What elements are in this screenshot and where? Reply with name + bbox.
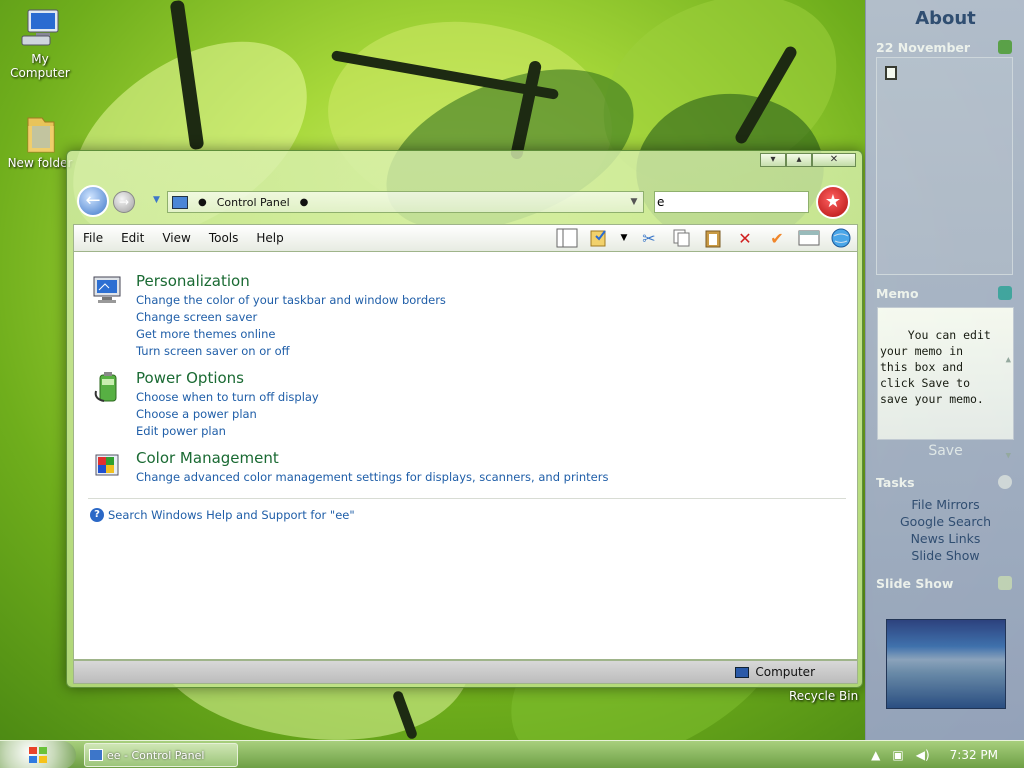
content-divider [88,498,846,499]
help-link-text: Search Windows Help and Support for "ee" [108,508,355,522]
memo-heading: Memo [876,286,919,301]
color-management-icon [92,451,124,483]
menu-help[interactable]: Help [247,231,292,245]
recent-pages-dropdown[interactable]: ▼ [153,195,160,205]
slideshow-heading: Slide Show [876,576,954,591]
recycle-bin-label[interactable]: Recycle Bin [789,689,858,703]
delete-icon[interactable]: ✕ [732,227,758,249]
calendar-mini-icon[interactable] [885,66,897,80]
category-title[interactable]: Color Management [136,449,279,467]
help-search-link[interactable]: ? Search Windows Help and Support for "e… [90,508,355,522]
views-dropdown-icon[interactable]: ▼ [618,227,630,249]
link-change-color[interactable]: Change the color of your taskbar and win… [136,293,446,307]
memo-save-button[interactable]: Save [866,443,1024,459]
tasks-gadget-icon[interactable] [998,475,1012,489]
monitor-icon [92,274,124,306]
breadcrumb-separator: ● [198,196,207,208]
menu-tools[interactable]: Tools [200,231,248,245]
link-more-themes[interactable]: Get more themes online [136,327,275,341]
caption-buttons: ▾ ▴ ✕ [760,153,856,167]
desktop-icon-label: My Computer [10,52,70,80]
tasks-heading: Tasks [876,475,915,490]
menu-view[interactable]: View [153,231,199,245]
sidebar: About 22 November Memo You can edit your… [865,0,1024,740]
memo-gadget-icon[interactable] [998,286,1012,300]
clock[interactable]: 7:32 PM [950,748,998,762]
folder-icon [18,112,62,153]
globe-icon[interactable] [828,227,854,249]
back-button[interactable]: ← [77,185,109,217]
link-change-screen-saver[interactable]: Change screen saver [136,310,257,324]
network-icon[interactable]: ▣ [892,748,903,762]
task-file-mirrors[interactable]: File Mirrors [866,496,1024,513]
help-icon: ? [90,508,104,522]
system-tray: ▲ ▣ ◀) 7:32 PM [865,741,1004,768]
taskbar-button-control-panel[interactable]: ee - Control Panel [84,743,238,767]
link-screen-saver-toggle[interactable]: Turn screen saver on or off [136,344,290,358]
copy-icon[interactable] [668,227,694,249]
battery-icon [92,371,124,403]
my-computer-icon [18,8,62,48]
memo-textarea[interactable]: You can edit your memo in this box and c… [877,307,1014,461]
calendar-panel [876,57,1013,275]
cut-icon[interactable]: ✂ [636,227,662,249]
taskbar: ee - Control Panel ▲ ▣ ◀) 7:32 PM [0,740,1024,768]
content-pane: Personalization Change the color of your… [73,252,858,660]
minimize-button[interactable]: ▾ [760,153,786,167]
link-choose-power-plan[interactable]: Choose a power plan [136,407,257,421]
taskbar-button-label: ee - Control Panel [107,748,205,762]
control-panel-small-icon [89,749,103,761]
back-arrow-icon: ← [85,190,101,211]
volume-icon[interactable]: ◀) [916,748,930,762]
category-title[interactable]: Power Options [136,369,244,387]
star-icon: ★ [824,191,842,212]
menu-edit[interactable]: Edit [112,231,153,245]
windows-logo-icon [29,747,47,763]
toolbar: ▼ ✂ ✕ ✔ [551,227,857,249]
address-dropdown-icon[interactable]: ▼ [625,197,643,207]
maximize-button[interactable]: ▴ [786,153,812,167]
computer-small-icon [735,666,750,678]
calendar-gadget-icon[interactable] [998,40,1012,54]
sidebar-title[interactable]: About [866,8,1024,29]
slideshow-image[interactable] [886,619,1006,709]
slideshow-gadget-icon[interactable] [998,576,1012,590]
properties-check-icon[interactable]: ✔ [764,227,790,249]
status-bar: Computer [73,660,858,684]
control-panel-small-icon [172,195,188,209]
search-input[interactable] [654,191,809,213]
address-bar[interactable]: ● Control Panel ● ▼ [167,191,644,213]
start-button[interactable] [0,741,76,768]
forward-button[interactable]: → [113,191,135,213]
paste-icon[interactable] [700,227,726,249]
link-turn-off-display[interactable]: Choose when to turn off display [136,390,319,404]
breadcrumb-control-panel[interactable]: Control Panel [217,196,290,209]
views-icon[interactable] [586,227,612,249]
task-slide-show[interactable]: Slide Show [866,547,1024,564]
breadcrumb-separator: ● [299,196,309,208]
memo-text: You can edit your memo in this box and c… [880,328,998,406]
menu-file[interactable]: File [74,231,112,245]
calendar-date: 22 November [876,40,971,55]
desktop-icon-my-computer[interactable]: My Computer [0,8,80,80]
status-zone-label: Computer [755,665,815,679]
tasks-list: File Mirrors Google Search News Links Sl… [866,496,1024,564]
layout-pane-icon[interactable] [554,227,580,249]
menu-bar: File Edit View Tools Help ▼ ✂ ✕ ✔ [73,224,858,252]
link-edit-power-plan[interactable]: Edit power plan [136,424,226,438]
tray-expand-icon[interactable]: ▲ [871,748,880,762]
task-news-links[interactable]: News Links [866,530,1024,547]
close-button[interactable]: ✕ [812,153,856,167]
window-icon[interactable] [796,227,822,249]
control-panel-window: ▾ ▴ ✕ ← → ▼ ● Control Panel ● ▼ ★ File E… [66,150,863,688]
link-color-management-settings[interactable]: Change advanced color management setting… [136,470,608,484]
task-google-search[interactable]: Google Search [866,513,1024,530]
search-button[interactable]: ★ [816,185,850,219]
forward-arrow-icon: → [118,195,130,209]
category-title[interactable]: Personalization [136,272,250,290]
